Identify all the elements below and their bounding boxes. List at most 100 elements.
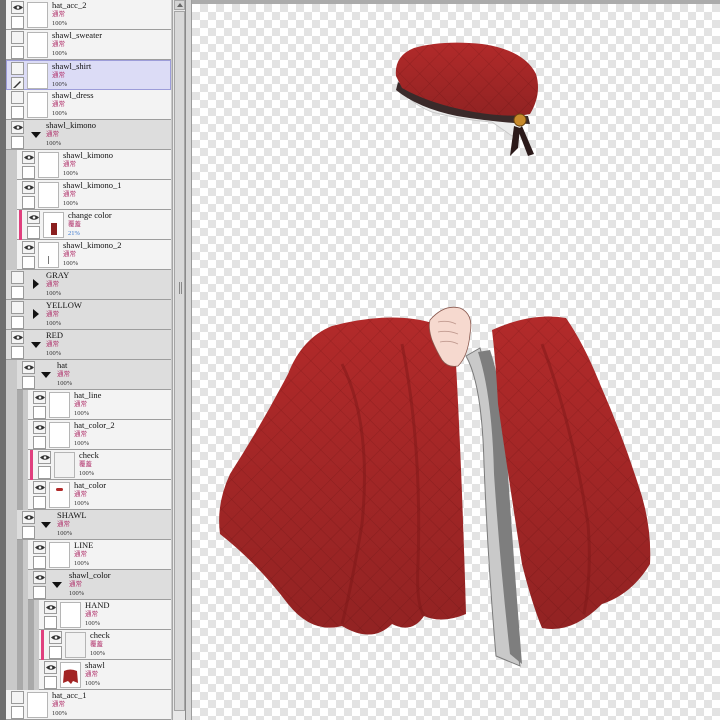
layer-folder[interactable]: RED 通常 100% <box>6 330 171 360</box>
folder-collapsed-icon[interactable] <box>33 309 39 319</box>
layer-name: change color <box>68 210 112 220</box>
layer-folder[interactable]: SHAWL 通常 100% <box>17 510 171 540</box>
lock-checkbox[interactable] <box>33 556 46 569</box>
folder-expanded-icon[interactable] <box>31 132 41 138</box>
layer-thumbnail <box>43 212 64 238</box>
layer-row[interactable]: shawl 通常 100% <box>39 660 171 690</box>
lock-checkbox[interactable] <box>11 316 24 329</box>
lock-checkbox[interactable] <box>49 646 62 659</box>
lock-checkbox[interactable] <box>22 256 35 269</box>
layer-folder[interactable]: YELLOW 通常 100% <box>6 300 171 330</box>
lock-checkbox[interactable] <box>11 46 24 59</box>
layer-row[interactable]: shawl_kimono_1 通常 100% <box>17 180 171 210</box>
layer-folder[interactable]: hat 通常 100% <box>17 360 171 390</box>
layer-row[interactable]: check 覆蓋 100% <box>28 450 171 480</box>
lock-checkbox[interactable] <box>33 496 46 509</box>
visibility-toggle[interactable] <box>22 241 35 254</box>
layer-row[interactable]: hat_line 通常 100% <box>28 390 171 420</box>
visibility-toggle[interactable] <box>38 451 51 464</box>
layer-row[interactable]: shawl_kimono_2 通常 100% <box>17 240 171 270</box>
lock-checkbox[interactable] <box>33 406 46 419</box>
blend-mode: 通常 <box>85 611 98 618</box>
lock-checkbox[interactable] <box>11 286 24 299</box>
visibility-toggle[interactable] <box>11 121 24 134</box>
folder-collapsed-icon[interactable] <box>33 279 39 289</box>
layer-row[interactable]: change color 覆蓋 21% <box>17 210 171 240</box>
visibility-toggle[interactable] <box>33 541 46 554</box>
layer-opacity: 100% <box>46 350 62 357</box>
lock-checkbox[interactable] <box>44 676 57 689</box>
layer-row[interactable]: LINE 通常 100% <box>28 540 171 570</box>
layers-scrollbar[interactable] <box>172 0 185 720</box>
visibility-toggle[interactable] <box>22 151 35 164</box>
canvas[interactable] <box>192 4 720 720</box>
visibility-toggle[interactable] <box>33 481 46 494</box>
layer-folder[interactable]: shawl_color 通常 100% <box>28 570 171 600</box>
layer-opacity: 100% <box>52 81 68 88</box>
eye-icon <box>46 605 56 610</box>
layer-row[interactable]: shawl_dress 通常 100% <box>6 90 171 120</box>
lock-checkbox[interactable] <box>11 706 24 719</box>
visibility-toggle[interactable] <box>11 1 24 14</box>
folder-expanded-icon[interactable] <box>41 372 51 378</box>
visibility-toggle[interactable] <box>33 571 46 584</box>
layer-row[interactable]: hat_acc_2 通常 100% <box>6 0 171 30</box>
folder-name: hat <box>57 360 68 370</box>
visibility-toggle[interactable] <box>49 631 62 644</box>
visibility-toggle[interactable] <box>11 691 24 704</box>
layer-row[interactable]: hat_color_2 通常 100% <box>28 420 171 450</box>
visibility-toggle[interactable] <box>11 271 24 284</box>
visibility-toggle[interactable] <box>27 211 40 224</box>
visibility-toggle[interactable] <box>22 181 35 194</box>
scroll-up-button[interactable] <box>174 0 185 10</box>
visibility-toggle[interactable] <box>22 511 35 524</box>
layer-row[interactable]: HAND 通常 100% <box>39 600 171 630</box>
lock-checkbox[interactable] <box>22 196 35 209</box>
lock-checkbox[interactable] <box>22 526 35 539</box>
folder-name: shawl_color <box>69 570 111 580</box>
folder-expanded-icon[interactable] <box>41 522 51 528</box>
visibility-toggle[interactable] <box>11 301 24 314</box>
clipping-marker <box>30 450 33 480</box>
lock-checkbox[interactable] <box>11 346 24 359</box>
layer-thumbnail <box>65 632 86 658</box>
lock-checkbox[interactable] <box>38 466 51 479</box>
blend-mode: 通常 <box>63 251 76 258</box>
layer-name: hat_color <box>74 480 107 490</box>
lock-checkbox[interactable] <box>22 166 35 179</box>
layer-row[interactable]: shawl_sweater 通常 100% <box>6 30 171 60</box>
folder-expanded-icon[interactable] <box>31 342 41 348</box>
visibility-toggle[interactable] <box>11 31 24 44</box>
visibility-toggle[interactable] <box>22 361 35 374</box>
layer-row[interactable]: shawl_kimono 通常 100% <box>17 150 171 180</box>
lock-checkbox[interactable] <box>27 226 40 239</box>
visibility-toggle[interactable] <box>11 91 24 104</box>
lock-checkbox[interactable] <box>33 436 46 449</box>
layer-folder[interactable]: GRAY 通常 100% <box>6 270 171 300</box>
layer-name: HAND <box>85 600 110 610</box>
lock-checkbox[interactable] <box>11 136 24 149</box>
layer-row-selected[interactable]: shawl_shirt 通常 100% <box>6 60 171 90</box>
layer-row[interactable]: check 覆蓋 100% <box>39 630 171 660</box>
lock-checkbox[interactable] <box>11 16 24 29</box>
visibility-toggle[interactable] <box>44 661 57 674</box>
visibility-toggle[interactable] <box>11 62 24 75</box>
pen-icon <box>13 81 21 88</box>
lock-checkbox[interactable] <box>11 106 24 119</box>
lock-checkbox[interactable] <box>22 376 35 389</box>
layer-opacity: 100% <box>63 170 79 177</box>
scroll-thumb[interactable] <box>174 11 185 711</box>
visibility-toggle[interactable] <box>44 601 57 614</box>
layer-row[interactable]: hat_color 通常 100% <box>28 480 171 510</box>
visibility-toggle[interactable] <box>33 421 46 434</box>
edit-mode-checkbox[interactable] <box>11 77 24 90</box>
visibility-toggle[interactable] <box>11 331 24 344</box>
layer-row[interactable]: hat_acc_1 通常 100% <box>6 690 171 720</box>
layer-folder[interactable]: shawl_kimono 通常 100% <box>6 120 171 150</box>
folder-expanded-icon[interactable] <box>52 582 62 588</box>
lock-checkbox[interactable] <box>33 586 46 599</box>
lock-checkbox[interactable] <box>44 616 57 629</box>
blend-mode: 覆蓋 <box>90 641 103 648</box>
visibility-toggle[interactable] <box>33 391 46 404</box>
layer-opacity: 100% <box>46 320 62 327</box>
